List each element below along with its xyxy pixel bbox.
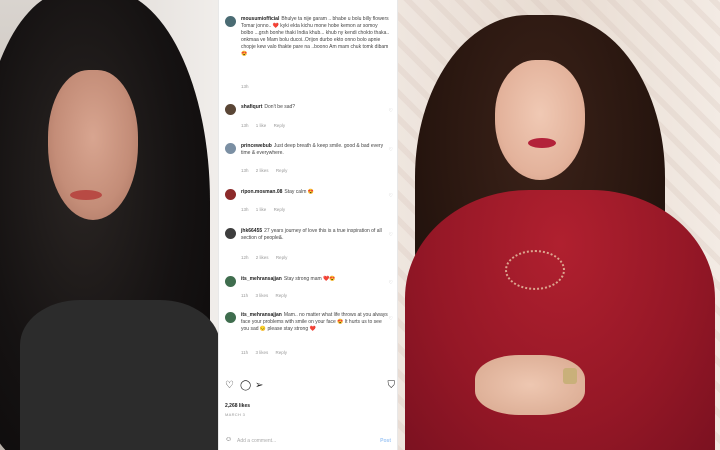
comment-meta: 13h [241,84,255,89]
comment-meta: 11h 3 likes Reply [241,293,293,298]
comment-body: Stay strong mam ❤️😍 [283,276,336,282]
comment-input[interactable]: Add a comment... [237,438,276,444]
bookmark-icon[interactable]: ⛉ [388,380,396,391]
comment-like-heart-icon[interactable]: ♡ [389,193,393,199]
avatar[interactable] [225,189,236,200]
heart-icon[interactable]: ♡ [225,380,234,391]
reply-link[interactable]: Reply [276,255,288,260]
comment-likes[interactable]: 3 likes [255,293,268,298]
post-button[interactable]: Post [380,438,391,444]
comment-likes[interactable]: 3 likes [255,350,268,355]
comment-likes[interactable]: 1 like [256,207,267,212]
avatar[interactable] [225,104,236,115]
comment-time: 13h [241,168,249,173]
emoji-icon[interactable]: ☺ [225,436,232,443]
right-photo-lips [528,138,556,148]
comment-body: Bhulye ta nije garam .. bhabe u bolu bil… [241,16,390,57]
likes-count[interactable]: 2,268 likes [225,403,250,409]
post-action-bar: ♡ ◯ ➢ ⛉ [225,380,395,392]
comment-username[interactable]: shafiqurt [241,104,262,110]
avatar[interactable] [225,228,236,239]
left-photo [0,0,222,450]
avatar[interactable] [225,312,236,323]
comment-text: its_mehransajjan Mam.. no matter what lif… [241,312,391,333]
comment-username[interactable]: its_mehransajjan [241,312,282,318]
comment-username[interactable]: its_mehransajjan [241,276,282,282]
avatar[interactable] [225,276,236,287]
comment-time: 11h [241,350,249,355]
post-date: MARCH 3 [225,412,246,417]
comment-time: 13h [241,123,249,128]
comment-icon[interactable]: ◯ [240,380,251,391]
comment-like-heart-icon[interactable]: ♡ [389,280,393,286]
reply-link[interactable]: Reply [275,293,287,298]
comment-username[interactable]: jhk66455 [241,228,262,234]
comment-text: jhk66455 27 years journey of love this is… [241,228,391,242]
comment-text: ripon.mosman.08 Stay calm 😍 [241,189,391,196]
comment-like-heart-icon[interactable]: ♡ [389,147,393,153]
comment-text: princewebub Just deep breath & keep smile… [241,143,391,157]
comment-meta: 13h 2 likes Reply [241,168,293,173]
right-photo-embroidery [505,250,565,290]
avatar[interactable] [225,16,236,27]
reply-link[interactable]: Reply [274,123,286,128]
comment-time: 11h [241,293,249,298]
comment-text: shafiqurt Don't be sad? [241,104,391,111]
add-comment-bar: ☺ Add a comment... Post [225,436,393,446]
comment-like-heart-icon[interactable]: ♡ [389,108,393,114]
right-photo-face [495,60,585,180]
reply-link[interactable]: Reply [276,168,288,173]
comment-meta: 13h 1 like Reply [241,207,291,212]
reply-link[interactable]: Reply [274,207,286,212]
comment-username[interactable]: mousumiofficial [241,16,279,22]
comment-text: mousumiofficial Bhulye ta nije garam .. b… [241,16,391,58]
comment-likes[interactable]: 2 likes [256,255,269,260]
comment-like-heart-icon[interactable]: ♡ [389,232,393,238]
comment-time: 12h [241,255,249,260]
right-photo [395,0,720,450]
comment-text: its_mehransajjan Stay strong mam ❤️😍 [241,276,391,283]
comment-body: Stay calm 😍 [284,189,314,195]
avatar[interactable] [225,143,236,154]
comment-username[interactable]: princewebub [241,143,272,149]
comment-time: 13h [241,84,249,89]
reply-link[interactable]: Reply [275,350,287,355]
share-icon[interactable]: ➢ [255,380,263,391]
left-photo-shirt [20,300,220,450]
comments-screenshot: mousumiofficial Bhulye ta nije garam .. b… [218,0,398,450]
comment-likes[interactable]: 1 like [256,123,267,128]
right-photo-hands [475,355,585,415]
comment-like-heart-icon[interactable]: ♡ [389,316,393,322]
comment-meta: 13h 1 like Reply [241,123,291,128]
comment-meta: 11h 3 likes Reply [241,350,293,355]
comment-username[interactable]: ripon.mosman.08 [241,189,282,195]
right-photo-watch [563,368,577,384]
left-photo-lips [70,190,102,200]
comment-likes[interactable]: 2 likes [256,168,269,173]
comment-time: 13h [241,207,249,212]
comment-body: Don't be sad? [264,104,296,110]
comment-meta: 12h 2 likes Reply [241,255,293,260]
comment-body: 27 years journey of love this is a true … [241,228,382,241]
